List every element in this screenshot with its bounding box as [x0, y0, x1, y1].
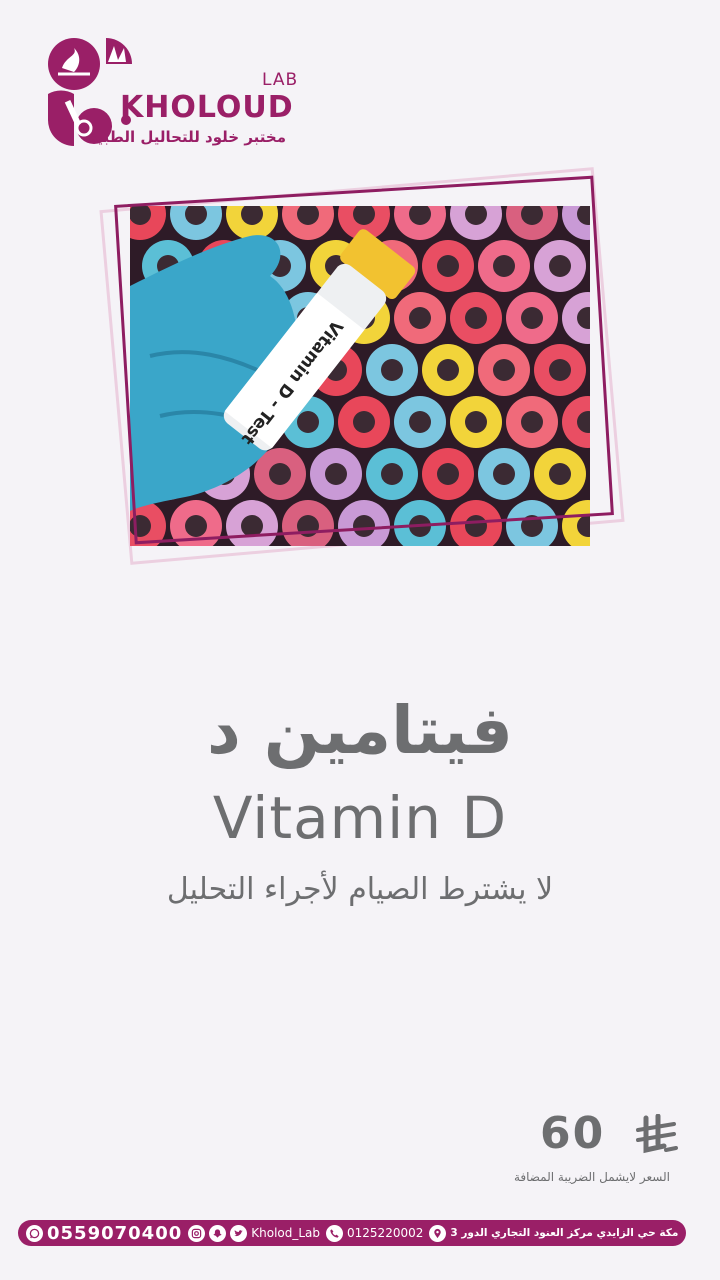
test-photo-area: Vitamin D - Test — [99, 150, 625, 590]
phone-contact[interactable]: 0125220002 — [326, 1224, 423, 1242]
whatsapp-icon — [26, 1224, 43, 1242]
instagram-icon[interactable] — [188, 1224, 206, 1242]
social-handle[interactable]: Kholod_Lab — [251, 1226, 320, 1240]
twitter-icon[interactable] — [230, 1224, 248, 1242]
fasting-note: لا يشترط الصيام لأجراء التحليل — [166, 872, 554, 907]
address-text: مكة حي الزايدي مركز العنود التجاري الدور… — [450, 1227, 679, 1239]
decorative-frame-dark — [114, 175, 614, 545]
saudi-riyal-icon — [636, 1114, 678, 1154]
brand-logo: LAB KHOLOUD مختبر خلود للتحاليل الطبية — [44, 34, 297, 164]
contact-footer: 0559070400 Kholod_Lab 0125220002 مكة حي … — [18, 1220, 686, 1246]
address-contact: مكة حي الزايدي مركز العنود التجاري الدور… — [429, 1224, 679, 1242]
price-block: 60 السعر لايشمل الضريبة المضافة — [508, 1108, 698, 1188]
price-vat-note: السعر لايشمل الضريبة المضافة — [513, 1170, 670, 1184]
location-icon — [429, 1224, 447, 1242]
test-title-english: Vitamin D — [212, 784, 508, 852]
whatsapp-contact[interactable]: 0559070400 — [26, 1223, 182, 1244]
social-contact[interactable]: Kholod_Lab — [188, 1224, 320, 1242]
phone-number[interactable]: 0125220002 — [347, 1226, 423, 1240]
logo-lab-text: LAB — [262, 70, 299, 90]
whatsapp-number[interactable]: 0559070400 — [47, 1223, 182, 1244]
test-title-arabic: فيتامين د — [207, 692, 513, 769]
logo-tagline-ar: مختبر خلود للتحاليل الطبية — [88, 128, 286, 146]
snapchat-icon[interactable] — [209, 1224, 227, 1242]
logo-brand-name: KHOLOUD — [120, 90, 294, 125]
price-value: 60 — [540, 1108, 606, 1159]
phone-icon — [326, 1224, 344, 1242]
